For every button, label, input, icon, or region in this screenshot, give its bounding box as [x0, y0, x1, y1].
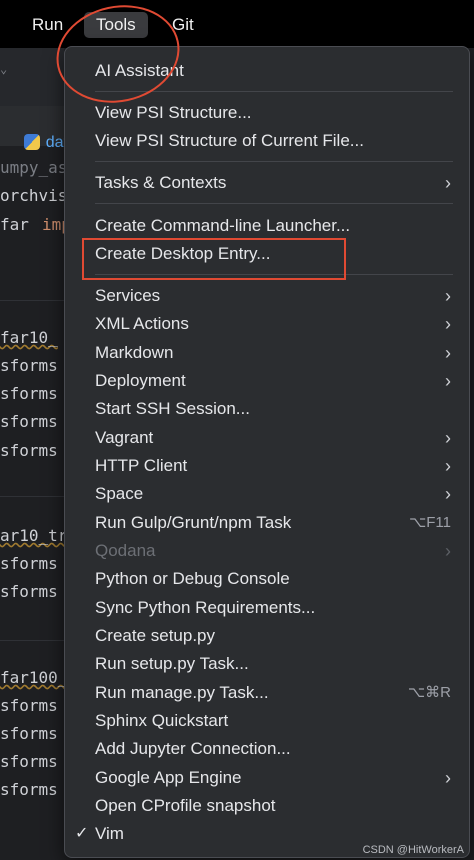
- menu-item-label: Markdown: [95, 343, 174, 362]
- menu-item-space[interactable]: Space ›: [95, 480, 453, 508]
- menu-item-sync-python[interactable]: Sync Python Requirements...: [95, 594, 453, 622]
- menu-item-run-setup[interactable]: Run setup.py Task...: [95, 650, 453, 678]
- code-separator: [0, 300, 64, 301]
- menu-item-qodana: Qodana ›: [95, 537, 453, 565]
- menu-item-label: Vagrant: [95, 428, 154, 447]
- chevron-right-icon: ›: [445, 343, 451, 363]
- menu-item-label: View PSI Structure...: [95, 103, 252, 122]
- tools-dropdown-menu: AI Assistant View PSI Structure... View …: [64, 46, 470, 858]
- menu-item-label: Tasks & Contexts: [95, 173, 227, 192]
- menu-item-label: Vim: [95, 824, 124, 843]
- menu-item-vagrant[interactable]: Vagrant ›: [95, 424, 453, 452]
- menu-item-label: Space: [95, 484, 144, 503]
- menu-item-label: Create setup.py: [95, 626, 216, 645]
- menu-divider: [95, 161, 453, 162]
- code-line: sforms: [0, 582, 58, 601]
- chevron-right-icon: ›: [445, 541, 451, 561]
- menu-item-label: Services: [95, 286, 161, 305]
- menu-item-view-psi-current[interactable]: View PSI Structure of Current File...: [95, 127, 453, 155]
- chevron-right-icon: ›: [445, 173, 451, 193]
- menu-item-label: Run setup.py Task...: [95, 654, 249, 673]
- menu-item-label: XML Actions: [95, 314, 189, 333]
- menu-item-services[interactable]: Services ›: [95, 282, 453, 310]
- menu-item-shortcut: ⌥F11: [408, 514, 451, 531]
- menu-item-label: Qodana: [95, 541, 156, 560]
- menu-item-label: Run Gulp/Grunt/npm Task: [95, 513, 292, 532]
- menu-item-sphinx[interactable]: Sphinx Quickstart: [95, 707, 453, 735]
- chevron-right-icon: ›: [445, 286, 451, 306]
- menu-item-run-gulp[interactable]: Run Gulp/Grunt/npm Task ⌥F11: [95, 509, 453, 537]
- chevron-right-icon: ›: [445, 371, 451, 391]
- menu-item-label: Python or Debug Console: [95, 569, 290, 588]
- menu-item-create-setup[interactable]: Create setup.py: [95, 622, 453, 650]
- menu-item-xml-actions[interactable]: XML Actions ›: [95, 310, 453, 338]
- chevron-right-icon: ›: [445, 314, 451, 334]
- code-line: ar10_tr: [0, 526, 68, 545]
- menu-item-label: View PSI Structure of Current File...: [95, 131, 364, 150]
- menu-item-label: Create Command-line Launcher...: [95, 216, 351, 235]
- menu-item-label: Sphinx Quickstart: [95, 711, 229, 730]
- code-line: sforms: [0, 554, 58, 573]
- menu-item-label: Deployment: [95, 371, 186, 390]
- watermark: CSDN @HitWorkerA: [362, 844, 464, 856]
- annotation-rectangle: [82, 238, 346, 280]
- menu-item-view-psi[interactable]: View PSI Structure...: [95, 99, 453, 127]
- menu-item-run-manage[interactable]: Run manage.py Task... ⌥⌘R: [95, 679, 453, 707]
- code-line: sforms: [0, 696, 58, 715]
- menu-item-shortcut: ⌥⌘R: [407, 684, 451, 701]
- menu-item-python-console[interactable]: Python or Debug Console: [95, 565, 453, 593]
- menu-item-label: Start SSH Session...: [95, 399, 250, 418]
- code-line: sforms: [0, 412, 58, 431]
- menu-item-markdown[interactable]: Markdown ›: [95, 339, 453, 367]
- menu-item-label: HTTP Client: [95, 456, 188, 475]
- code-line: sforms: [0, 780, 58, 799]
- menu-item-label: Google App Engine: [95, 768, 242, 787]
- code-line: far100_: [0, 668, 68, 687]
- chevron-right-icon: ›: [445, 456, 451, 476]
- menu-item-open-cprofile[interactable]: Open CProfile snapshot: [95, 792, 453, 820]
- python-file-icon: [23, 134, 40, 150]
- menu-item-deployment[interactable]: Deployment ›: [95, 367, 453, 395]
- menu-item-label: Sync Python Requirements...: [95, 598, 316, 617]
- chevron-right-icon: ›: [445, 428, 451, 448]
- code-line: far: [0, 215, 29, 234]
- menu-item-google-app-engine[interactable]: Google App Engine ›: [95, 764, 453, 792]
- menu-divider: [95, 203, 453, 204]
- code-line: orchvis: [0, 186, 68, 205]
- code-line: far10_: [0, 328, 58, 347]
- menu-item-tasks-contexts[interactable]: Tasks & Contexts ›: [95, 169, 453, 197]
- checkmark-icon: ✓: [75, 825, 89, 842]
- toolbar-strip: [0, 48, 64, 106]
- menu-run[interactable]: Run: [32, 12, 63, 38]
- code-separator: [0, 640, 64, 641]
- chevron-right-icon: ›: [445, 768, 451, 788]
- menu-item-create-cmd-launcher[interactable]: Create Command-line Launcher...: [95, 212, 453, 240]
- code-line: umpy_as: [0, 158, 68, 177]
- menu-item-label: Add Jupyter Connection...: [95, 739, 291, 758]
- chevron-right-icon: ›: [445, 484, 451, 504]
- code-separator: [0, 496, 64, 497]
- menu-item-add-jupyter[interactable]: Add Jupyter Connection...: [95, 735, 453, 763]
- menu-item-label: Run manage.py Task...: [95, 683, 269, 702]
- code-line: sforms: [0, 724, 58, 743]
- menu-item-http-client[interactable]: HTTP Client ›: [95, 452, 453, 480]
- menu-item-start-ssh[interactable]: Start SSH Session...: [95, 395, 453, 423]
- code-line: sforms: [0, 356, 58, 375]
- chevron-down-icon[interactable]: ⌄: [0, 62, 7, 76]
- code-line: sforms: [0, 752, 58, 771]
- code-line: sforms: [0, 384, 58, 403]
- code-line: sforms: [0, 441, 58, 460]
- menu-item-label: Open CProfile snapshot: [95, 796, 276, 815]
